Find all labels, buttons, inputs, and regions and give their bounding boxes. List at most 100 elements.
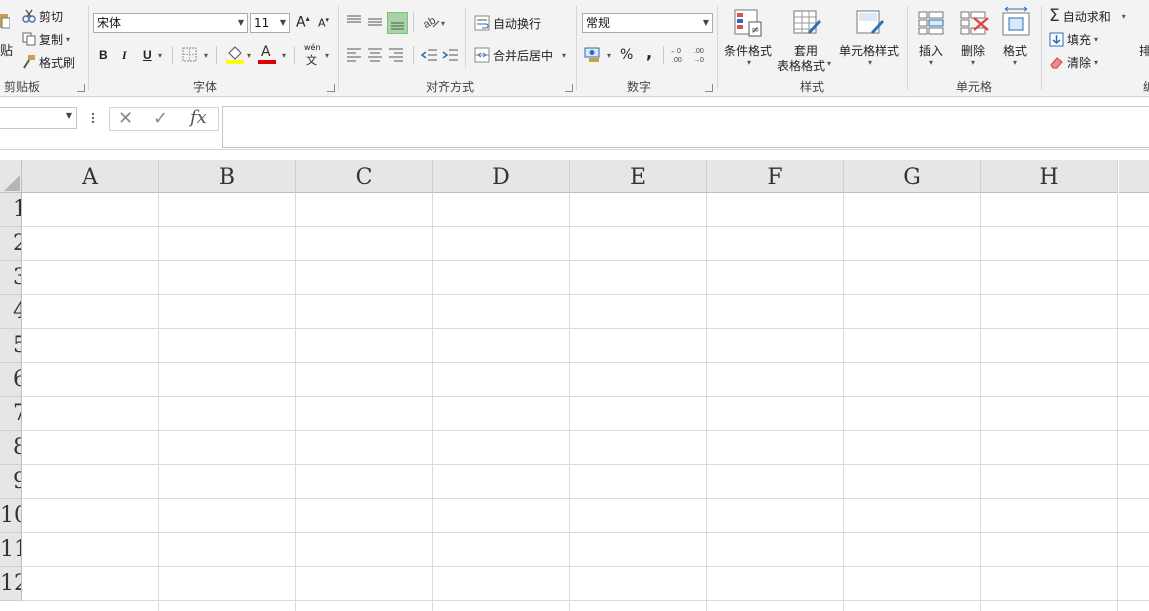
- row-header-6[interactable]: 6: [0, 363, 22, 397]
- chevron-down-icon[interactable]: ▾: [929, 58, 933, 67]
- alignment-launcher-icon[interactable]: [565, 84, 573, 92]
- font-color-button[interactable]: A: [258, 44, 276, 64]
- row-header-5[interactable]: 5: [0, 329, 22, 363]
- row-header-11[interactable]: 11: [0, 533, 22, 567]
- clear-button[interactable]: 清除 ▾: [1049, 52, 1098, 72]
- align-right-icon[interactable]: [387, 46, 405, 64]
- decrease-indent-icon[interactable]: [420, 46, 438, 64]
- delete-cells-icon[interactable]: [959, 8, 989, 38]
- cell-styles-label[interactable]: 单元格样式: [839, 42, 899, 59]
- insert-cells-icon[interactable]: [917, 8, 947, 38]
- insert-cells-label[interactable]: 插入: [919, 42, 943, 59]
- column-header-c[interactable]: C: [296, 160, 433, 193]
- chevron-down-icon[interactable]: ▼: [280, 14, 286, 32]
- fill-color-icon[interactable]: [226, 45, 244, 65]
- merge-center-button[interactable]: 合并后居中 ▾: [474, 45, 566, 65]
- chevron-down-icon[interactable]: ▼: [66, 111, 72, 120]
- column-header-f[interactable]: F: [707, 160, 844, 193]
- row-header-9[interactable]: 9: [0, 465, 22, 499]
- formula-input[interactable]: [222, 106, 1149, 148]
- font-name-combo[interactable]: 宋体 ▼: [93, 13, 248, 33]
- cell-styles-icon[interactable]: [855, 8, 885, 38]
- format-cells-label[interactable]: 格式: [1003, 42, 1027, 59]
- font-size-combo[interactable]: 11 ▼: [250, 13, 290, 33]
- column-header-d[interactable]: D: [433, 160, 570, 193]
- conditional-format-label[interactable]: 条件格式: [724, 42, 772, 59]
- cut-button[interactable]: 剪切: [22, 6, 63, 26]
- format-as-table-icon[interactable]: [792, 8, 822, 38]
- autosum-button[interactable]: Σ 自动求和 ▾: [1049, 6, 1126, 26]
- name-box[interactable]: ▼: [0, 107, 77, 129]
- decrease-decimal-icon[interactable]: .00 →0: [693, 45, 711, 65]
- row-header-1[interactable]: 1: [0, 193, 22, 227]
- delete-cells-label[interactable]: 删除: [961, 42, 985, 59]
- phonetic-button[interactable]: wén 文: [302, 43, 324, 67]
- column-header-g[interactable]: G: [844, 160, 981, 193]
- chevron-down-icon[interactable]: ▾: [441, 19, 445, 28]
- more-options-icon[interactable]: [90, 111, 96, 125]
- borders-icon[interactable]: [182, 47, 198, 63]
- conditional-format-icon[interactable]: ≠: [733, 8, 763, 38]
- row-header-3[interactable]: 3: [0, 261, 22, 295]
- chevron-down-icon[interactable]: ▾: [868, 58, 872, 67]
- chevron-down-icon[interactable]: ▾: [1094, 35, 1098, 44]
- chevron-down-icon[interactable]: ▾: [1122, 12, 1126, 21]
- increase-indent-icon[interactable]: [441, 46, 459, 64]
- chevron-down-icon[interactable]: ▾: [971, 58, 975, 67]
- chevron-down-icon[interactable]: ▾: [747, 58, 751, 67]
- cancel-entry-icon[interactable]: ✕: [118, 108, 133, 129]
- grow-font-button[interactable]: A▴: [296, 14, 310, 31]
- number-format-combo[interactable]: 常规 ▼: [582, 13, 713, 33]
- chevron-down-icon[interactable]: ▾: [247, 51, 251, 60]
- paste-icon[interactable]: [0, 12, 11, 32]
- insert-function-icon[interactable]: fx: [190, 107, 207, 128]
- chevron-down-icon[interactable]: ▾: [607, 51, 611, 60]
- chevron-down-icon[interactable]: ▾: [204, 51, 208, 60]
- align-middle-icon[interactable]: [366, 13, 384, 31]
- format-as-table-label-2[interactable]: 表格格式: [777, 57, 825, 74]
- clipboard-launcher-icon[interactable]: [77, 84, 85, 92]
- align-center-icon[interactable]: [366, 46, 384, 64]
- row-header-8[interactable]: 8: [0, 431, 22, 465]
- chevron-down-icon[interactable]: ▾: [66, 35, 70, 44]
- align-top-icon[interactable]: [345, 13, 363, 31]
- underline-button[interactable]: U: [143, 48, 152, 62]
- chevron-down-icon[interactable]: ▼: [703, 14, 709, 32]
- number-launcher-icon[interactable]: [705, 84, 713, 92]
- chevron-down-icon[interactable]: ▾: [827, 59, 831, 68]
- copy-button[interactable]: 复制 ▾: [22, 29, 70, 49]
- chevron-down-icon[interactable]: ▾: [282, 51, 286, 60]
- column-header-e[interactable]: E: [570, 160, 707, 193]
- row-header-12[interactable]: 12: [0, 567, 22, 601]
- select-all-corner[interactable]: [0, 160, 22, 193]
- confirm-entry-icon[interactable]: ✓: [153, 108, 168, 129]
- comma-button[interactable]: ,: [646, 43, 652, 62]
- orientation-icon[interactable]: ab: [421, 12, 441, 32]
- chevron-down-icon[interactable]: ▾: [1013, 58, 1017, 67]
- align-bottom-icon[interactable]: [387, 12, 408, 34]
- chevron-down-icon[interactable]: ▾: [325, 51, 329, 60]
- row-header-7[interactable]: 7: [0, 397, 22, 431]
- shrink-font-button[interactable]: A▾: [318, 16, 329, 30]
- chevron-down-icon[interactable]: ▼: [238, 14, 244, 32]
- chevron-down-icon[interactable]: ▾: [562, 51, 566, 60]
- italic-button[interactable]: I: [122, 48, 127, 63]
- paste-button[interactable]: 贴: [0, 40, 13, 59]
- bold-button[interactable]: B: [99, 48, 108, 62]
- currency-icon[interactable]: [584, 45, 604, 63]
- wrap-text-button[interactable]: 自动换行: [474, 13, 541, 33]
- format-cells-icon[interactable]: [1001, 6, 1031, 36]
- column-header-b[interactable]: B: [159, 160, 296, 193]
- percent-button[interactable]: %: [620, 47, 633, 63]
- align-left-icon[interactable]: [345, 46, 363, 64]
- fill-button[interactable]: 填充 ▾: [1049, 29, 1098, 49]
- chevron-down-icon[interactable]: ▾: [158, 51, 162, 60]
- sort-filter-label[interactable]: 排: [1139, 42, 1149, 59]
- row-header-2[interactable]: 2: [0, 227, 22, 261]
- row-header-4[interactable]: 4: [0, 295, 22, 329]
- column-header-a[interactable]: A: [22, 160, 159, 193]
- increase-decimal-icon[interactable]: ←0.00: [670, 45, 688, 65]
- format-painter-button[interactable]: 格式刷: [22, 52, 75, 72]
- font-launcher-icon[interactable]: [327, 84, 335, 92]
- row-header-10[interactable]: 10: [0, 499, 22, 533]
